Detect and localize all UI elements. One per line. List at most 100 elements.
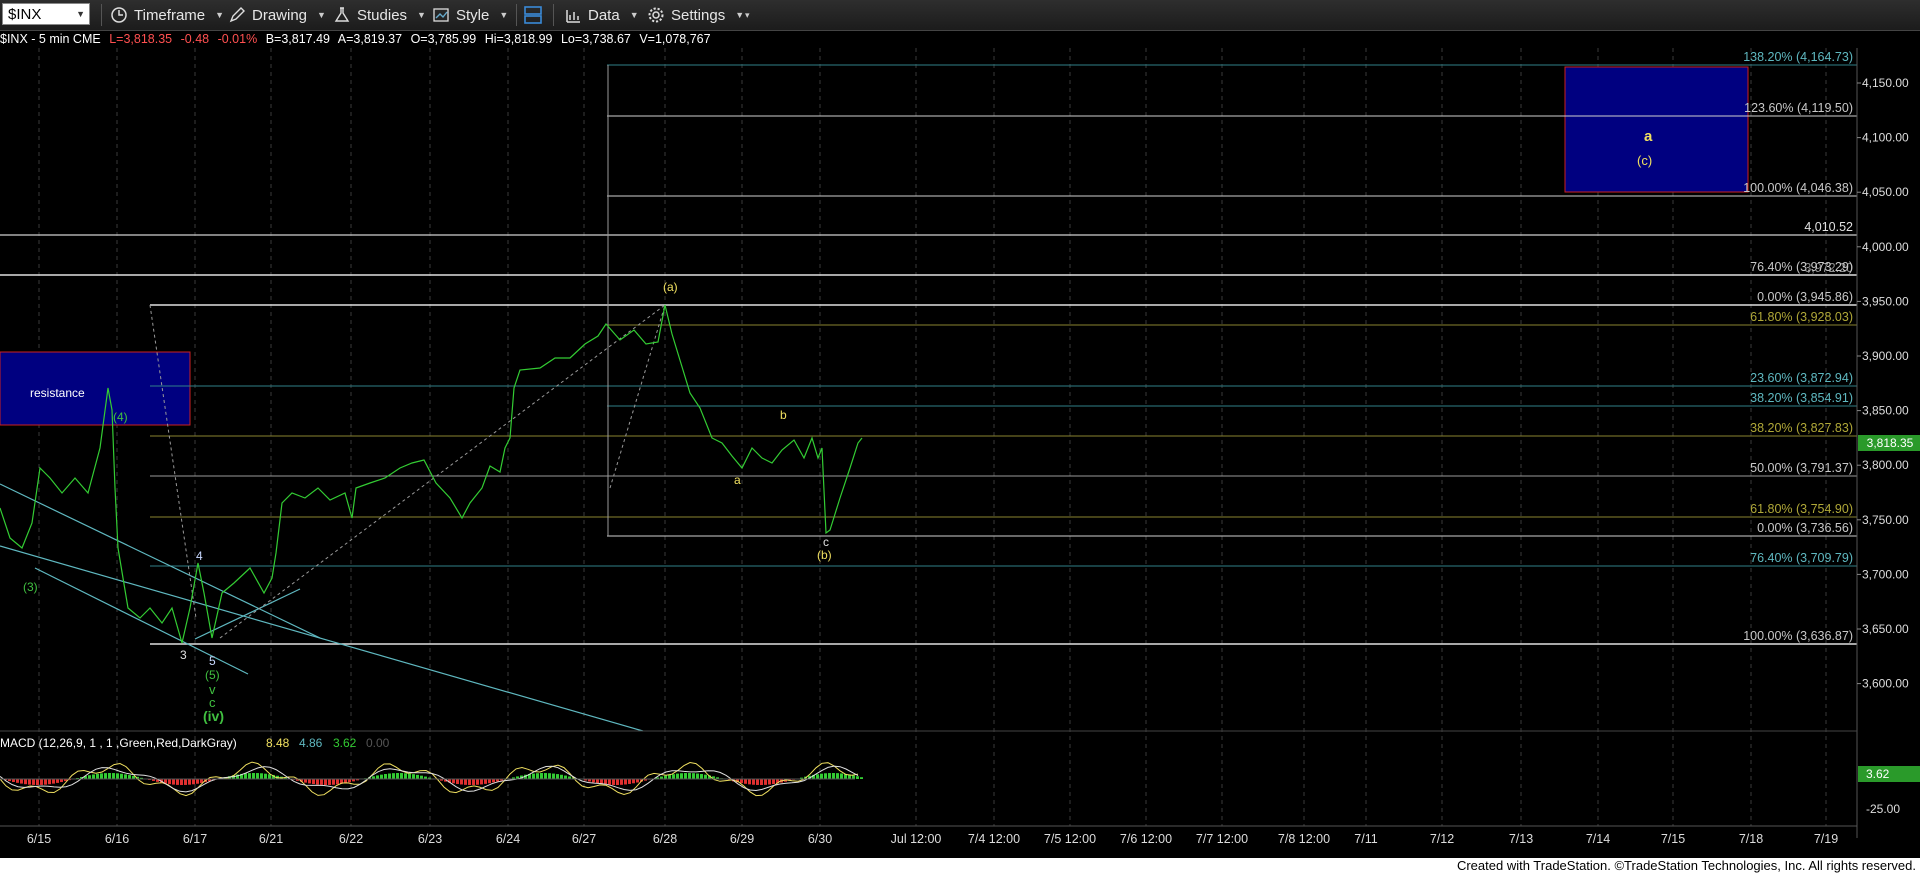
settings-button[interactable]: Settings ▼ — [645, 0, 744, 30]
macd-histogram-bar — [112, 773, 115, 779]
time-axis[interactable]: 6/15 6/16 6/17 6/21 6/22 6/23 6/24 6/27 6/28 6/29… — [27, 832, 1838, 846]
macd-histogram-bar — [312, 779, 315, 785]
macd-histogram-bar — [828, 773, 831, 779]
wave-labels: (a) (b) a b c (4) (3) (5) 4 3 5 v c (iv) — [23, 280, 832, 724]
macd-histogram-bar — [36, 779, 39, 785]
time-tick-label: 6/15 — [27, 832, 51, 846]
resistance-zone[interactable] — [0, 351, 191, 426]
macd-legend: MACD (12,26,9, 1 , 1 ,Green,Red,DarkGray… — [0, 736, 390, 750]
macd-histogram-bar — [16, 779, 19, 783]
macd-histogram-bar — [744, 779, 747, 784]
fib-38-b-label: 38.20% (3,827.83) — [1750, 421, 1853, 435]
macd-histogram-bar — [308, 779, 311, 784]
macd-histogram-bar — [676, 773, 679, 779]
macd-histogram-bar — [336, 779, 339, 785]
macd-histogram-bar — [532, 773, 535, 779]
macd-histogram-bar — [608, 779, 611, 785]
macd-histogram-bar — [48, 779, 51, 785]
data-button[interactable]: Data ▼ — [562, 0, 639, 30]
caret-down-icon: ▼ — [317, 10, 326, 20]
macd-histogram-bar — [480, 779, 483, 785]
timeframe-button[interactable]: Timeframe ▼ — [108, 0, 224, 30]
macd-histogram-bar — [860, 777, 863, 779]
toolbar-overflow-button[interactable]: ▾ — [745, 0, 750, 30]
macd-histogram-bar — [544, 773, 547, 779]
macd-histogram-bar — [700, 774, 703, 779]
macd-histogram-bar — [100, 773, 103, 779]
studies-button[interactable]: Studies ▼ — [331, 0, 426, 30]
macd-histogram-bar — [832, 773, 835, 779]
macd-histogram-bar — [536, 773, 539, 779]
time-tick-label: 6/21 — [259, 832, 283, 846]
macd-histogram-bar — [40, 779, 43, 785]
wave-iv-label: (iv) — [203, 708, 224, 724]
fib-76-b-label: 76.40% (3,709.79) — [1750, 551, 1853, 565]
symbol-dropdown-icon[interactable]: ▼ — [76, 9, 85, 19]
price-tick-label: 3,850.00 — [1862, 404, 1909, 418]
time-tick-label: 7/18 — [1739, 832, 1763, 846]
macd-histogram-bar — [764, 779, 767, 785]
copyright-footer: Created with TradeStation. ©TradeStation… — [1456, 858, 1916, 873]
style-button[interactable]: Style ▼ — [430, 0, 508, 30]
ask-price: A=3,819.37 — [337, 32, 403, 46]
price-tick-label: 3,700.00 — [1862, 567, 1909, 581]
macd-histogram-bar — [456, 779, 459, 784]
macd-histogram-bar — [756, 779, 759, 785]
macd-label: MACD (12,26,9, 1 , 1 ,Green,Red,DarkGray… — [0, 736, 237, 750]
pencil-icon — [226, 4, 248, 26]
macd-histogram-bar — [332, 779, 335, 785]
fib-61-top-label: 61.80% (3,928.03) — [1750, 310, 1853, 324]
macd-histogram-bar — [192, 779, 195, 785]
time-tick-label: 7/8 12:00 — [1278, 832, 1330, 846]
price-chart[interactable]: resistance a (c) 138.20% (4,164.73) 123.… — [0, 48, 1920, 858]
macd-histogram-bar — [632, 779, 635, 784]
caret-down-icon: ▼ — [215, 10, 225, 20]
price-tick-label: 4,000.00 — [1862, 240, 1909, 254]
wave-a-target-label: a — [1644, 128, 1653, 145]
macd-histogram-bar — [460, 779, 463, 785]
wave-a-label: a — [734, 473, 741, 487]
macd-histogram-bar — [452, 779, 455, 784]
time-tick-label: 7/11 — [1354, 832, 1377, 846]
macd-histogram-bar — [96, 773, 99, 779]
macd-histogram-bar — [120, 773, 123, 779]
price-tick-label: 3,800.00 — [1862, 458, 1909, 472]
target-zone-box[interactable] — [1564, 66, 1749, 193]
macd-histogram-bar — [596, 779, 599, 784]
time-tick-label: 7/7 12:00 — [1196, 832, 1248, 846]
macd-histogram-bar — [180, 779, 183, 785]
macd-histogram-bar — [128, 775, 131, 779]
macd-histogram-bar — [664, 775, 667, 779]
macd-histogram-bar — [672, 774, 675, 779]
macd-histogram-bar — [388, 773, 391, 779]
symbol-interval: $INX - 5 min CME — [0, 32, 101, 46]
macd-histogram-bar — [768, 779, 771, 785]
price-tick-label: 3,950.00 — [1862, 294, 1909, 308]
layout-panels-icon — [522, 4, 544, 26]
toolbar-separator — [553, 4, 554, 26]
macd-histogram-bar — [124, 774, 127, 779]
time-tick-label: 7/6 12:00 — [1120, 832, 1172, 846]
fib-61-b-label: 61.80% (3,754.90) — [1750, 502, 1853, 516]
macd-value-4: 0.00 — [366, 736, 390, 750]
price-axis[interactable]: 4,150.00 4,100.00 4,050.00 4,000.00 3,950.00… — [1856, 48, 1920, 838]
macd-histogram-bar — [684, 773, 687, 779]
wave-b-paren-label: (b) — [817, 548, 832, 562]
price-tick-label: 4,100.00 — [1862, 131, 1909, 145]
fib-38-a-label: 38.20% (3,854.91) — [1750, 391, 1853, 405]
wave-b-label: b — [780, 408, 787, 422]
layout-button[interactable] — [522, 0, 548, 30]
time-tick-label: 6/16 — [105, 832, 129, 846]
macd-histogram-bar — [44, 779, 47, 785]
macd-histogram-bar — [692, 773, 695, 779]
time-tick-label: 6/17 — [183, 832, 207, 846]
macd-histogram-bar — [836, 773, 839, 779]
macd-histogram-bar — [820, 773, 823, 779]
chart-toolbar: $INX ▼ Timeframe ▼ Drawing ▼ Studies ▼ S… — [0, 0, 1920, 31]
caret-down-icon: ▼ — [735, 10, 745, 20]
macd-histogram-bar — [548, 773, 551, 779]
volume: V=1,078,767 — [639, 32, 711, 46]
symbol-input[interactable]: $INX ▼ — [2, 3, 90, 25]
drawing-button[interactable]: Drawing ▼ — [226, 0, 326, 30]
flask-icon — [331, 4, 353, 26]
